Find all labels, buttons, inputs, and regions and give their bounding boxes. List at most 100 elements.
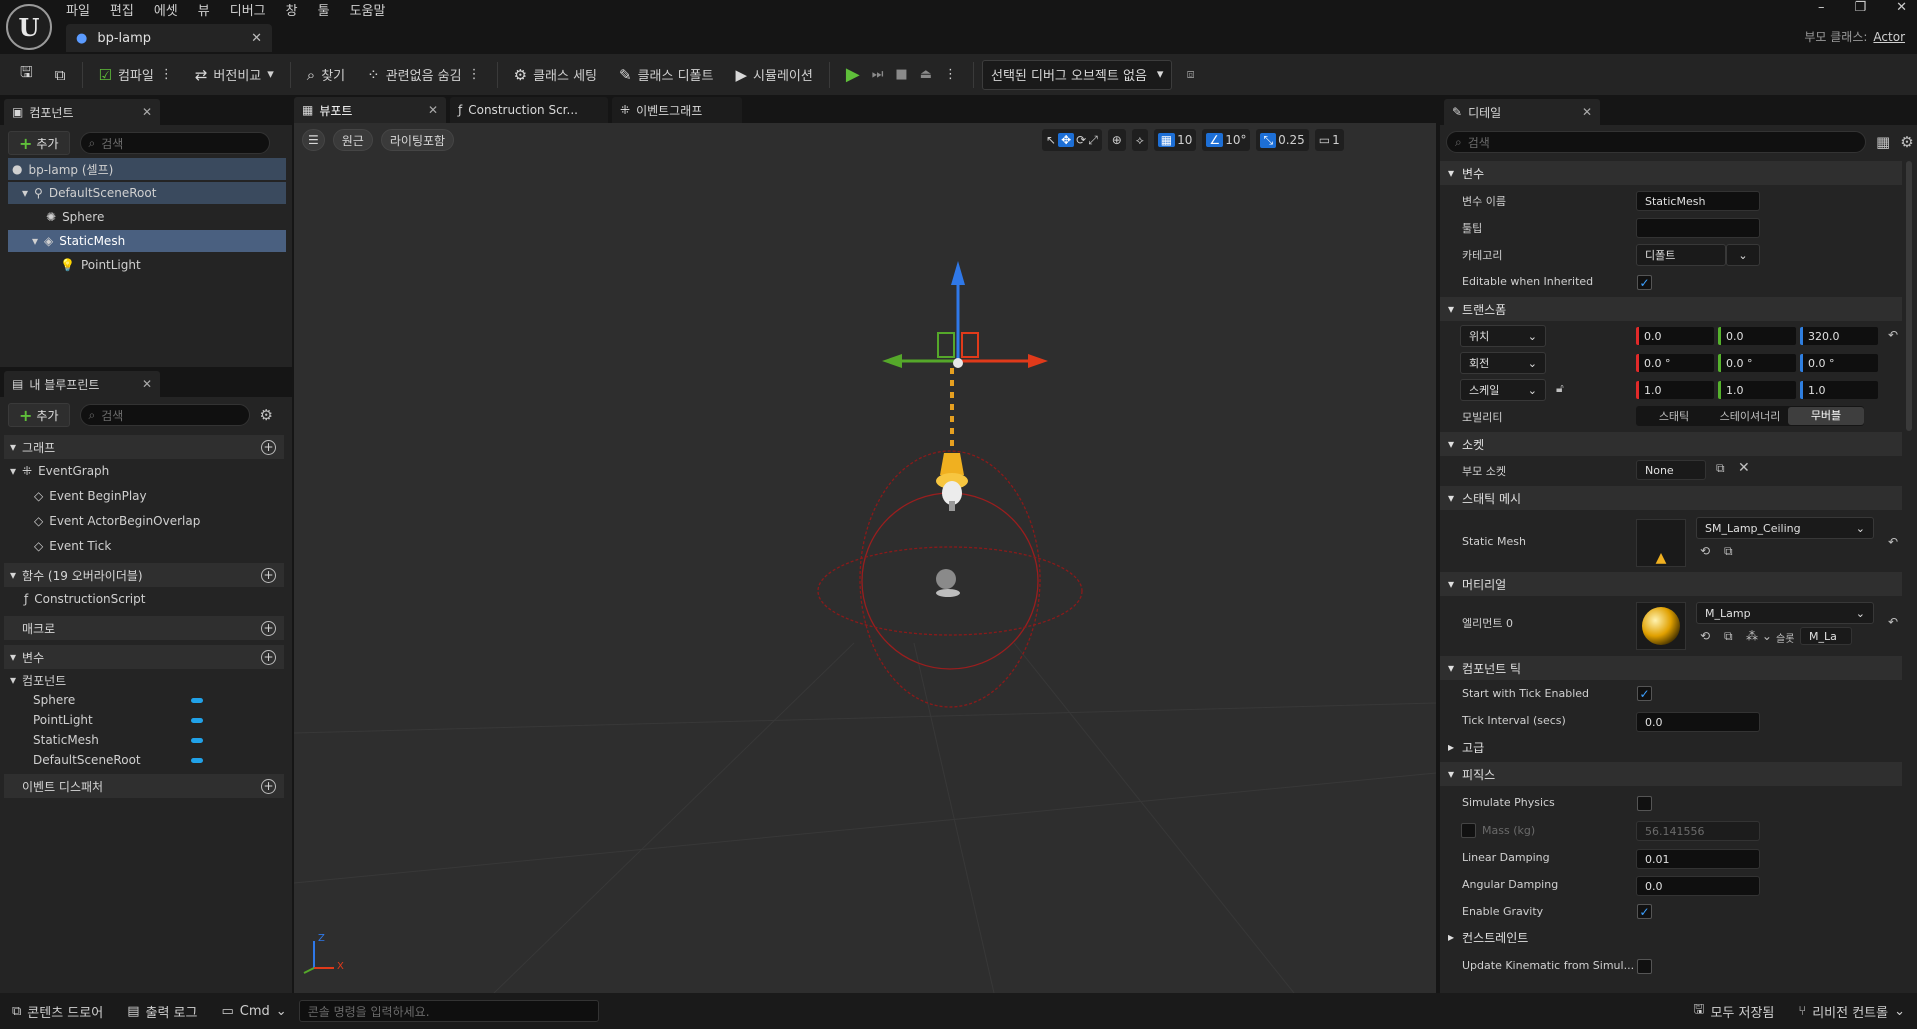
menu-debug[interactable]: 디버그: [230, 0, 266, 19]
angular-damping-field[interactable]: 0.0: [1636, 876, 1760, 896]
menu-tools[interactable]: 툴: [318, 0, 330, 19]
world-local-toggle[interactable]: ⊕: [1107, 129, 1126, 151]
table-view-icon[interactable]: ▦: [1876, 133, 1890, 151]
surface-snap-toggle[interactable]: ⟡: [1131, 129, 1148, 151]
unreal-logo[interactable]: U: [6, 4, 52, 50]
add-component-button[interactable]: + 추가: [8, 131, 70, 155]
linear-damping-field[interactable]: 0.01: [1636, 849, 1760, 869]
static-mesh-thumbnail[interactable]: ▲: [1636, 519, 1686, 567]
category-dropdown-toggle[interactable]: ⌄: [1726, 244, 1760, 266]
parent-socket-field[interactable]: None: [1636, 460, 1706, 480]
close-icon[interactable]: ✕: [428, 103, 438, 117]
select-mode-icon[interactable]: ↖: [1046, 133, 1056, 147]
rotation-mode-dropdown[interactable]: 회전 ⌄: [1460, 352, 1546, 374]
translate-gizmo[interactable]: [882, 261, 1048, 368]
console-command-input[interactable]: 콘솔 명령을 입력하세요.: [298, 1000, 599, 1022]
debug-filter-icon[interactable]: ⧈: [1178, 60, 1202, 90]
rotate-mode-icon[interactable]: ⟳: [1076, 133, 1086, 147]
var-staticmesh[interactable]: StaticMesh: [33, 729, 203, 751]
cmd-selector[interactable]: ▭ Cmd ⌄: [209, 993, 298, 1029]
compile-button[interactable]: ☑ 컴파일 ⋮: [91, 60, 181, 90]
tree-item-sphere[interactable]: ✺ Sphere: [46, 206, 104, 228]
add-variable-icon[interactable]: +: [261, 649, 276, 665]
scale-y-field[interactable]: 1.0: [1718, 381, 1796, 399]
camera-speed-control[interactable]: ▭ 1: [1314, 129, 1344, 151]
tooltip-field[interactable]: [1636, 218, 1760, 238]
menu-asset[interactable]: 에셋: [154, 0, 178, 19]
diff-button[interactable]: ⇄ 버전비교 ▾: [187, 60, 282, 90]
menu-help[interactable]: 도움말: [350, 0, 386, 19]
browse-asset-icon[interactable]: ⧉: [1724, 544, 1733, 559]
scale-snap-control[interactable]: ⤡ 0.25: [1256, 129, 1309, 151]
location-mode-dropdown[interactable]: 위치 ⌄: [1460, 325, 1546, 347]
components-search-input[interactable]: ⌕ 검색: [79, 132, 270, 154]
var-pointlight[interactable]: PointLight: [33, 709, 203, 731]
grid-snap-control[interactable]: ▦ 10: [1153, 129, 1197, 151]
add-dispatcher-icon[interactable]: +: [261, 778, 276, 794]
add-macro-icon[interactable]: +: [261, 620, 276, 636]
section-physics[interactable]: ▾ 피직스: [1440, 762, 1902, 786]
save-button[interactable]: 🖫: [12, 60, 41, 90]
lighting-mode-button[interactable]: 라이팅포함: [380, 129, 455, 151]
document-tab-bp-lamp[interactable]: ● bp-lamp ✕: [66, 24, 272, 52]
more-icon[interactable]: ⋮: [468, 67, 481, 82]
scale-mode-icon[interactable]: ⤢: [1088, 133, 1098, 148]
var-name-field[interactable]: StaticMesh: [1636, 191, 1760, 211]
lock-icon[interactable]: 🔓︎: [1556, 381, 1564, 396]
chevron-down-icon[interactable]: ▾: [32, 234, 38, 248]
find-button[interactable]: ⌕ 찾기: [299, 60, 353, 90]
mobility-movable[interactable]: 무버블: [1788, 407, 1864, 425]
rotation-x-field[interactable]: 0.0 °: [1636, 354, 1714, 372]
class-defaults-button[interactable]: ✎ 클래스 디폴트: [611, 60, 721, 90]
translate-mode-icon[interactable]: ✥: [1058, 133, 1075, 147]
start-tick-checkbox[interactable]: ✓: [1637, 686, 1652, 701]
output-log-button[interactable]: ▤ 출력 로그: [115, 993, 209, 1029]
section-macros[interactable]: 매크로 +: [4, 616, 284, 640]
perspective-button[interactable]: 원근: [332, 129, 373, 151]
more-icon[interactable]: ⋮: [160, 67, 173, 82]
reset-arrow-icon[interactable]: ↶: [1888, 328, 1898, 342]
stop-icon[interactable]: ■: [895, 67, 907, 82]
var-defaultsceneroot[interactable]: DefaultSceneRoot: [33, 749, 203, 771]
section-static-mesh[interactable]: ▾ 스태틱 메시: [1440, 486, 1902, 510]
use-selected-icon[interactable]: ⟲: [1700, 544, 1710, 558]
add-graph-icon[interactable]: +: [261, 439, 276, 455]
viewport-menu-button[interactable]: ☰: [302, 129, 325, 151]
details-tab[interactable]: ✎ 디테일 ✕: [1444, 99, 1600, 125]
update-kinematic-checkbox[interactable]: [1637, 959, 1652, 974]
section-variable[interactable]: ▾ 변수: [1440, 161, 1902, 185]
menu-file[interactable]: 파일: [66, 0, 90, 19]
scale-z-field[interactable]: 1.0: [1800, 381, 1878, 399]
restore-button[interactable]: ❐: [1854, 0, 1866, 15]
location-x-field[interactable]: 0.0: [1636, 327, 1714, 345]
menu-edit[interactable]: 편집: [110, 0, 134, 19]
section-socket[interactable]: ▾ 소켓: [1440, 432, 1902, 456]
section-component-tick[interactable]: ▾ 컴포넌트 틱: [1440, 656, 1902, 680]
close-icon[interactable]: ✕: [142, 377, 152, 391]
gear-icon[interactable]: ⚙: [260, 406, 273, 424]
viewport[interactable]: Z X ☰ 원근 라이팅포함 ↖ ✥ ⟳ ⤢ ⊕ ⟡ ▦ 10 ∠ 10° ⤡ 0.2…: [294, 123, 1436, 993]
section-event-dispatchers[interactable]: 이벤트 디스패처 +: [4, 774, 284, 798]
static-mesh-dropdown[interactable]: SM_Lamp_Ceiling ⌄: [1696, 517, 1874, 539]
use-selected-icon[interactable]: ⟲: [1700, 629, 1710, 643]
section-advanced[interactable]: ▸ 고급: [1440, 735, 1902, 759]
rotation-z-field[interactable]: 0.0 °: [1800, 354, 1878, 372]
parent-class-link[interactable]: Actor: [1873, 30, 1905, 44]
revision-control-button[interactable]: ⑂ 리비전 컨트롤 ⌄: [1786, 993, 1917, 1029]
tree-item-event-actorbeginoverlap[interactable]: ◇ Event ActorBeginOverlap: [34, 510, 200, 532]
enable-gravity-checkbox[interactable]: ✓: [1637, 904, 1652, 919]
simulate-physics-checkbox[interactable]: [1637, 796, 1652, 811]
section-functions[interactable]: ▾ 함수 (19 오버라이더블) +: [4, 563, 284, 587]
content-drawer-button[interactable]: ⧉ 콘텐츠 드로어: [0, 993, 115, 1029]
details-search-input[interactable]: ⌕ 검색: [1446, 131, 1866, 153]
socket-browse-icon[interactable]: ⧉: [1716, 461, 1725, 476]
close-window-button[interactable]: ✕: [1896, 0, 1907, 15]
tree-item-staticmesh[interactable]: ▾ ◈ StaticMesh: [8, 230, 286, 252]
tree-item-event-tick[interactable]: ◇ Event Tick: [34, 535, 111, 557]
scale-x-field[interactable]: 1.0: [1636, 381, 1714, 399]
tree-item-pointlight[interactable]: 💡 PointLight: [60, 254, 141, 276]
mass-override-checkbox[interactable]: [1461, 823, 1476, 838]
reset-arrow-icon[interactable]: ↶: [1888, 535, 1898, 549]
close-icon[interactable]: ✕: [142, 105, 152, 119]
play-icon[interactable]: ▶: [846, 64, 860, 85]
